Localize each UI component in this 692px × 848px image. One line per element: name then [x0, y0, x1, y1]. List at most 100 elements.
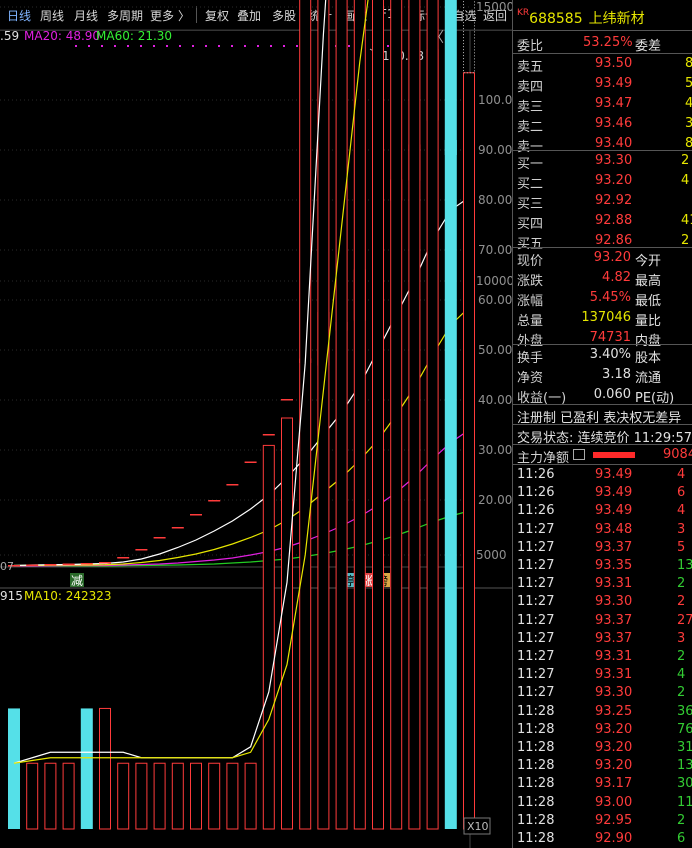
tick-price: 93.30	[595, 594, 633, 610]
candle-body	[226, 484, 239, 486]
stat-value: 5.45%	[589, 290, 631, 305]
panel-divider	[513, 247, 692, 248]
high-marker-dot	[283, 45, 285, 47]
tick-volume: 2	[677, 594, 686, 610]
bid-row: 买二 93.20 4	[513, 172, 692, 192]
trade-status: 交易状态: 连续竞价 11:29:57	[517, 431, 692, 446]
ask-volume: 3	[685, 116, 692, 131]
net-flow-row: 主力净额 9084	[513, 446, 692, 466]
tick-price: 93.30	[595, 685, 633, 701]
tick-price: 93.49	[595, 503, 633, 519]
panel-divider	[513, 150, 692, 151]
tick-time: 11:28	[517, 812, 555, 828]
tick-volume: 6	[677, 831, 686, 846]
high-marker-dot	[153, 45, 155, 47]
price-tick-label: 50.00	[478, 343, 512, 357]
panel-divider	[513, 464, 692, 465]
high-marker-dot	[75, 45, 77, 47]
panel-divider	[513, 30, 692, 31]
tick-volume: 30	[677, 776, 692, 792]
volume-tick-label: 15000	[476, 0, 512, 14]
volume-legend-prefix: 915	[0, 589, 23, 603]
ask-price: 93.46	[595, 116, 633, 131]
stat-label-2: 最高	[635, 274, 662, 289]
tick-row: 11:28 93.17 30	[513, 775, 692, 793]
volume-ma10-legend: MA10: 242323	[24, 589, 112, 603]
volume-bar	[426, 0, 439, 830]
tick-price: 93.31	[595, 667, 633, 683]
net-flow-bar	[593, 452, 635, 458]
tick-price: 92.90	[595, 831, 633, 846]
candle-body	[281, 399, 293, 401]
tick-time: 11:27	[517, 539, 555, 555]
bid-volume: 2	[681, 233, 690, 248]
tick-price: 93.49	[595, 467, 633, 482]
price-tick-label: 90.00	[478, 143, 512, 157]
net-flow-toggle-icon[interactable]	[573, 449, 585, 460]
tick-time: 11:28	[517, 721, 555, 737]
tick-time: 11:26	[517, 485, 555, 501]
high-marker-dot	[231, 45, 233, 47]
ask-row: 卖五 93.50 8	[513, 55, 692, 75]
stat-label-2: 最低	[635, 294, 662, 309]
bid-row: 买三 92.92	[513, 192, 692, 212]
bid-volume: 41	[681, 213, 692, 228]
tick-row: 11:27 93.37 5	[513, 539, 692, 557]
kline-chart[interactable]: 100.0 90.00 80.00 70.00 60.00 50.00 40.00 30.00…	[0, 0, 512, 848]
stock-code: 688585	[529, 11, 583, 27]
panel-divider	[513, 444, 692, 445]
volume-bar	[444, 0, 457, 829]
volume-bar	[390, 0, 403, 830]
candle-body	[80, 563, 93, 565]
high-marker-dot	[270, 45, 272, 47]
tick-volume: 3	[677, 521, 686, 537]
stat-row: 涨跌 4.82 最高	[513, 269, 692, 289]
tick-price: 93.37	[595, 612, 633, 628]
tick-time: 11:27	[517, 685, 555, 701]
price-tick-label: 20.00	[478, 493, 512, 507]
high-marker-dot	[257, 45, 259, 47]
weibi-row: 委比 53.25% 委差	[513, 34, 692, 54]
candle-body	[171, 527, 184, 529]
ma60-legend: MA60: 21.30	[96, 29, 172, 43]
bid-row: 买四 92.88 41	[513, 212, 692, 232]
tick-row: 11:28 92.95 2	[513, 812, 692, 830]
bid-price: 93.30	[595, 153, 633, 168]
tick-volume: 2	[677, 576, 686, 592]
ask-price: 93.47	[595, 96, 633, 111]
tick-price: 93.31	[595, 649, 633, 664]
candle-body	[153, 537, 166, 539]
tick-price: 93.48	[595, 521, 633, 537]
tick-volume: 13	[677, 758, 692, 774]
volume-bar	[281, 417, 293, 830]
tick-row: 11:27 93.31 2	[513, 648, 692, 666]
high-marker-dot	[166, 45, 168, 47]
bid-price: 92.92	[595, 193, 633, 208]
tick-volume: 27	[677, 612, 692, 628]
volume-bar	[117, 762, 130, 830]
stat-row: 涨幅 5.45% 最低	[513, 289, 692, 309]
ask-price: 93.49	[595, 76, 633, 91]
volume-unit-label: X10	[467, 820, 489, 833]
candle-body	[244, 461, 257, 463]
weibi-value: 53.25%	[583, 35, 633, 50]
tick-price: 93.37	[595, 539, 633, 555]
ask-price: 93.40	[595, 136, 633, 151]
stat-value: 74731	[589, 330, 631, 345]
tick-volume: 13	[677, 558, 692, 573]
volume-bar	[26, 762, 39, 830]
candle-body	[44, 564, 57, 566]
tick-time: 11:28	[517, 758, 555, 774]
high-marker-dot	[218, 45, 220, 47]
volume-bar	[8, 708, 20, 829]
stat-value: 4.82	[602, 270, 631, 285]
bid-level-label: 买二	[517, 177, 544, 192]
tick-time: 11:26	[517, 503, 555, 519]
tick-time: 11:27	[517, 630, 555, 646]
ask-level-label: 卖五	[517, 60, 544, 75]
price-tick-label: 80.00	[478, 193, 512, 207]
net-flow-value: 9084	[663, 447, 692, 462]
tick-volume: 36	[677, 703, 692, 719]
tick-volume: 4	[677, 467, 686, 482]
volume-bar	[190, 762, 202, 830]
